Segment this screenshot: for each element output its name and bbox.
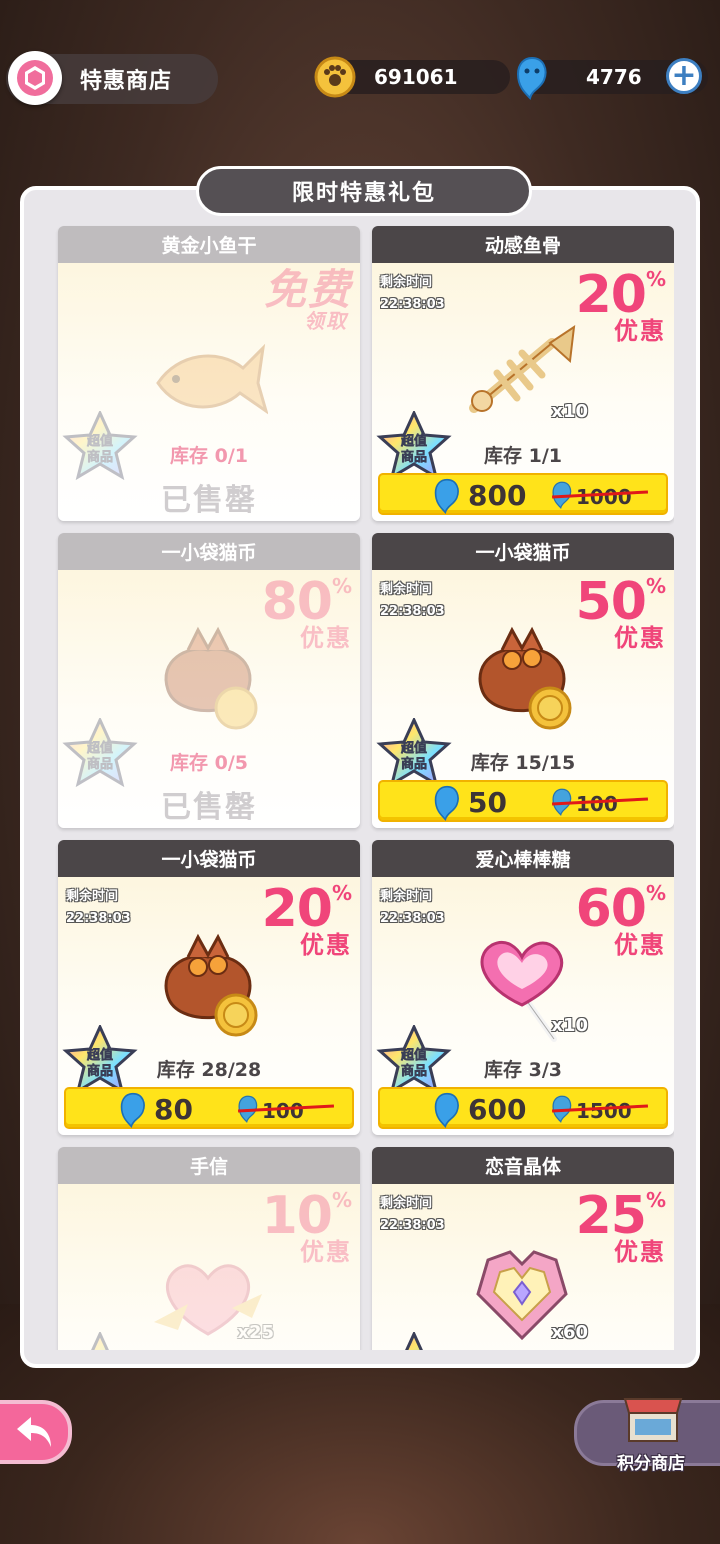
item-quantity: x10 xyxy=(551,401,588,422)
coin-balance: 691061 xyxy=(314,56,510,98)
discount-badge: 10% 优惠 xyxy=(261,1186,352,1266)
buy-button[interactable]: 600 1500 xyxy=(378,1087,668,1129)
back-button[interactable] xyxy=(0,1400,72,1464)
timer-value: 22:38:03 xyxy=(380,297,445,312)
gem-icon xyxy=(432,478,462,518)
deal-name: 黄金小鱼干 xyxy=(58,226,360,263)
page-title: 特惠商店 xyxy=(80,69,173,94)
value-badge-icon: 超值 商品 xyxy=(376,1330,452,1350)
timer-value: 22:38:03 xyxy=(380,604,445,619)
price-original: 1500 xyxy=(576,1099,632,1123)
item-quantity: x25 xyxy=(237,1322,274,1343)
deal-name: 手信 xyxy=(58,1147,360,1184)
stock-count: 库存 28/28 xyxy=(156,1059,262,1081)
shop-badge-icon xyxy=(8,51,62,105)
deal-card[interactable]: 手信 10% 优惠 x25 超值 商品 xyxy=(58,1147,360,1350)
deal-card[interactable]: 动感鱼骨 剩余时间 22:38:03 20% 优惠 x10 超值 商品 库存 1… xyxy=(372,226,674,521)
gem-icon xyxy=(432,785,462,825)
price-original: 100 xyxy=(576,792,618,816)
gem-amount: 4776 xyxy=(586,65,642,89)
stock-count: 库存 1/1 xyxy=(484,445,562,467)
deal-name: 一小袋猫币 xyxy=(58,533,360,570)
coin-bag-icon xyxy=(164,933,258,1037)
shop-title-bar: 特惠商店 xyxy=(6,51,218,105)
deal-card[interactable]: 爱心棒棒糖 剩余时间 22:38:03 60% 优惠 x10 超值 商品 库存 … xyxy=(372,840,674,1135)
timer-label: 剩余时间 xyxy=(66,889,119,904)
coin-bag-icon xyxy=(478,626,572,730)
stock-count: 库存 3/3 xyxy=(484,1059,562,1081)
free-badge: 免费 领取 xyxy=(263,265,352,333)
timer-label: 剩余时间 xyxy=(380,582,433,597)
gem-icon xyxy=(514,56,550,105)
price-current: 600 xyxy=(468,1093,527,1126)
dried-fish-icon xyxy=(156,343,268,415)
stock-count: 库存 0/1 xyxy=(170,445,248,467)
back-arrow-icon xyxy=(17,1417,51,1447)
price-current: 80 xyxy=(154,1093,193,1126)
shop-stall-icon xyxy=(623,1389,683,1449)
sold-out-label: 已售罄 xyxy=(161,483,257,518)
points-shop-button[interactable]: 积分商店 xyxy=(574,1398,720,1474)
deal-name: 爱心棒棒糖 xyxy=(372,840,674,877)
item-quantity: x10 xyxy=(551,1015,588,1036)
coin-bag-icon xyxy=(164,626,258,730)
gem-icon xyxy=(432,1092,462,1132)
deals-grid[interactable]: 黄金小鱼干 免费 领取 超值 商品 库存 0/1 已售罄 动感鱼骨 剩余时间 2… xyxy=(54,222,674,1350)
discount-badge: 25% 优惠 xyxy=(575,1186,666,1266)
value-badge-icon: 超值 商品 xyxy=(62,1330,138,1350)
item-quantity: x60 xyxy=(551,1322,588,1343)
price-current: 50 xyxy=(468,786,507,819)
timer-label: 剩余时间 xyxy=(380,1196,433,1211)
coin-amount: 691061 xyxy=(374,65,458,89)
sold-out-label: 已售罄 xyxy=(161,790,257,825)
points-shop-label: 积分商店 xyxy=(617,1454,685,1474)
deal-card[interactable]: 一小袋猫币 80% 优惠 超值 商品 库存 0/5 已售罄 xyxy=(58,533,360,828)
discount-badge: 60% 优惠 xyxy=(575,879,666,959)
stock-count: 库存 0/5 xyxy=(170,752,248,774)
discount-badge: 20% 优惠 xyxy=(575,265,666,345)
price-current: 800 xyxy=(468,479,527,512)
gem-balance: 4776 + xyxy=(516,56,708,100)
timer-value: 22:38:03 xyxy=(66,911,131,926)
timer-value: 22:38:03 xyxy=(380,1218,445,1233)
discount-badge: 50% 优惠 xyxy=(575,572,666,652)
gem-icon xyxy=(118,1092,148,1132)
panel-title: 限时特惠礼包 xyxy=(196,166,532,216)
stock-count: 库存 15/15 xyxy=(470,752,576,774)
deals-panel: 限时特惠礼包 黄金小鱼干 免费 领取 超值 商品 库存 0/1 已售罄 动感鱼骨… xyxy=(20,166,700,1368)
discount-badge: 80% 优惠 xyxy=(261,572,352,652)
buy-button[interactable]: 800 1000 xyxy=(378,473,668,515)
deal-card[interactable]: 恋音晶体 剩余时间 22:38:03 25% 优惠 x60 xyxy=(372,1147,674,1350)
price-original: 100 xyxy=(262,1099,304,1123)
cat-coin-icon xyxy=(314,56,356,103)
add-gems-button[interactable]: + xyxy=(666,58,702,94)
deal-name: 一小袋猫币 xyxy=(58,840,360,877)
timer-label: 剩余时间 xyxy=(380,889,433,904)
price-original: 1000 xyxy=(576,485,632,509)
buy-button[interactable]: 80 100 xyxy=(64,1087,354,1129)
deal-name: 动感鱼骨 xyxy=(372,226,674,263)
timer-value: 22:38:03 xyxy=(380,911,445,926)
deal-card[interactable]: 一小袋猫币 剩余时间 22:38:03 20% 优惠 超值 商品 库存 28/2… xyxy=(58,840,360,1135)
timer-label: 剩余时间 xyxy=(380,275,433,290)
deal-card[interactable]: 黄金小鱼干 免费 领取 超值 商品 库存 0/1 已售罄 xyxy=(58,226,360,521)
deal-card[interactable]: 一小袋猫币 剩余时间 22:38:03 50% 优惠 超值 商品 库存 15/1… xyxy=(372,533,674,828)
deal-name: 一小袋猫币 xyxy=(372,533,674,570)
discount-badge: 20% 优惠 xyxy=(261,879,352,959)
deal-name: 恋音晶体 xyxy=(372,1147,674,1184)
buy-button[interactable]: 50 100 xyxy=(378,780,668,822)
